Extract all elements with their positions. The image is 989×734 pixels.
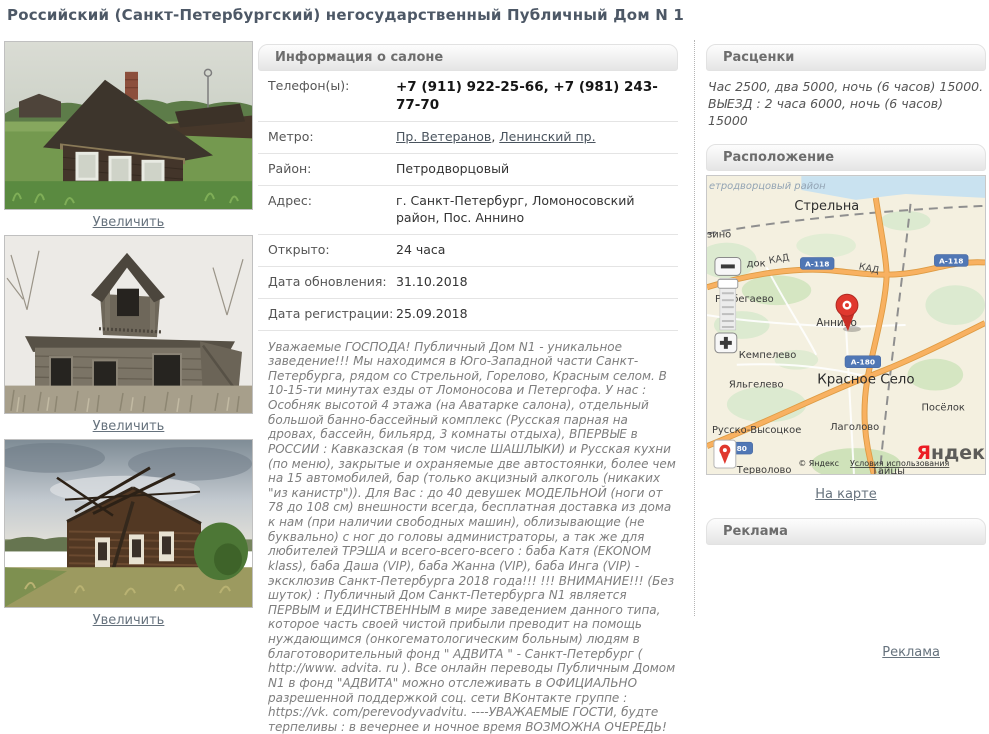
column-divider bbox=[694, 40, 695, 616]
registered-value: 25.09.2018 bbox=[396, 306, 678, 323]
salon-info-header: Информация о салоне bbox=[258, 44, 678, 71]
photo-card-1: Увеличить bbox=[4, 41, 253, 233]
metro-value: Пр. Ветеранов, Ленинский пр. bbox=[396, 129, 678, 146]
map-label-district: етродворцовый район bbox=[709, 181, 826, 192]
salon-info-panel: Информация о салоне Телефон(ы): +7 (911)… bbox=[258, 44, 678, 734]
address-value: г. Санкт-Петербург, Ломоносовский район,… bbox=[396, 193, 678, 227]
map-label-krasnoe-selo: Красное Село bbox=[817, 372, 914, 387]
show-pin-button[interactable] bbox=[714, 440, 736, 468]
zoom-in-button[interactable] bbox=[715, 333, 737, 353]
road-badge-a118-west: А-118 bbox=[800, 257, 834, 269]
yandex-map[interactable]: етродворцовый район Стрельна зино док КА… bbox=[706, 175, 986, 475]
photo-thumbnail-2[interactable] bbox=[4, 235, 253, 414]
table-row-metro: Метро: Пр. Ветеранов, Ленинский пр. bbox=[258, 122, 678, 154]
map-canvas: етродворцовый район Стрельна зино док КА… bbox=[707, 176, 985, 474]
svg-text:А-180: А-180 bbox=[851, 357, 875, 366]
row-label: Телефон(ы): bbox=[268, 78, 396, 114]
map-copyright: © Яндекс bbox=[798, 459, 839, 468]
pricing-text: Час 2500, два 5000, ночь (6 часов) 15000… bbox=[708, 79, 984, 130]
photo-card-3: Увеличить bbox=[4, 439, 253, 631]
svg-text:80: 80 bbox=[737, 444, 747, 453]
map-label-poselok: Посёлок bbox=[921, 402, 964, 413]
pricing-line-2: ВЫЕЗД : 2 часа 6000, ночь (6 часов) 1500… bbox=[708, 96, 984, 130]
ads-link[interactable]: Реклама bbox=[882, 645, 940, 660]
table-row-phones: Телефон(ы): +7 (911) 922-25-66, +7 (981)… bbox=[258, 71, 678, 122]
table-row-registered: Дата регистрации: 25.09.2018 bbox=[258, 299, 678, 331]
location-header: Расположение bbox=[706, 144, 986, 171]
updated-value: 31.10.2018 bbox=[396, 274, 678, 291]
map-label-zino: зино bbox=[707, 229, 731, 240]
photo-1-old-wooden-house bbox=[5, 42, 252, 209]
photo-thumbnail-1[interactable] bbox=[4, 41, 253, 210]
page-title: Российский (Санкт-Петербургский) негосуд… bbox=[7, 6, 684, 24]
map-label-russko-vysotskoe: Русско-Высоцкое bbox=[712, 425, 801, 436]
map-label-lagolovo: Лаголово bbox=[830, 422, 879, 433]
table-row-open: Открыто: 24 часа bbox=[258, 235, 678, 267]
photo-2-ruined-gray-house bbox=[5, 236, 252, 413]
map-label-strelna: Стрельна bbox=[794, 198, 859, 213]
ads-header: Реклама bbox=[706, 518, 986, 545]
pricing-line-1: Час 2500, два 5000, ночь (6 часов) 15000… bbox=[708, 79, 984, 96]
open-value: 24 часа bbox=[396, 242, 678, 259]
photo-column: Увеличить bbox=[4, 41, 253, 633]
salon-info-table: Телефон(ы): +7 (911) 922-25-66, +7 (981)… bbox=[258, 71, 678, 331]
row-label: Дата обновления: bbox=[268, 274, 396, 291]
row-label: Открыто: bbox=[268, 242, 396, 259]
metro-link-veteranov[interactable]: Пр. Ветеранов bbox=[396, 129, 491, 144]
zoom-out-button[interactable] bbox=[715, 257, 741, 275]
map-label-yalgelevo: Яльгелево bbox=[729, 379, 784, 390]
road-badge-a180: А-180 bbox=[845, 355, 881, 367]
zoom-slider-handle[interactable] bbox=[718, 279, 738, 288]
yandex-logo: Яндекс bbox=[916, 442, 985, 464]
map-label-tervolovo: Терволово bbox=[736, 465, 792, 474]
map-label-dok: док bbox=[747, 258, 766, 269]
svg-text:А-118: А-118 bbox=[805, 259, 829, 268]
enlarge-link-3[interactable]: Увеличить bbox=[93, 613, 165, 628]
right-sidebar: Расценки Час 2500, два 5000, ночь (6 час… bbox=[706, 44, 986, 660]
table-row-district: Район: Петродворцовый bbox=[258, 154, 678, 186]
minus-icon bbox=[721, 264, 735, 268]
metro-link-leninsky[interactable]: Ленинский пр. bbox=[499, 129, 595, 144]
enlarge-link-2[interactable]: Увеличить bbox=[93, 419, 165, 434]
row-label: Район: bbox=[268, 161, 396, 178]
zoom-slider[interactable] bbox=[718, 278, 738, 330]
photo-card-2: Увеличить bbox=[4, 235, 253, 437]
phones-value: +7 (911) 922-25-66, +7 (981) 243-77-70 bbox=[396, 78, 678, 114]
photo-thumbnail-3[interactable] bbox=[4, 439, 253, 608]
row-label: Адрес: bbox=[268, 193, 396, 227]
salon-description: Уважаемые ГОСПОДА! Публичный Дом N1 - ун… bbox=[258, 340, 678, 734]
road-badge-a118-east: А-118 bbox=[934, 254, 968, 266]
table-row-address: Адрес: г. Санкт-Петербург, Ломоносовский… bbox=[258, 186, 678, 235]
photo-3-log-house bbox=[5, 440, 252, 607]
row-label: Дата регистрации: bbox=[268, 306, 396, 323]
enlarge-link-1[interactable]: Увеличить bbox=[93, 215, 165, 230]
table-row-updated: Дата обновления: 31.10.2018 bbox=[258, 267, 678, 299]
pricing-header: Расценки bbox=[706, 44, 986, 71]
svg-text:А-118: А-118 bbox=[939, 256, 963, 265]
row-label: Метро: bbox=[268, 129, 396, 146]
district-value: Петродворцовый bbox=[396, 161, 678, 178]
map-label-kempelevo: Кемпелево bbox=[739, 349, 797, 360]
on-map-link[interactable]: На карте bbox=[815, 487, 877, 502]
